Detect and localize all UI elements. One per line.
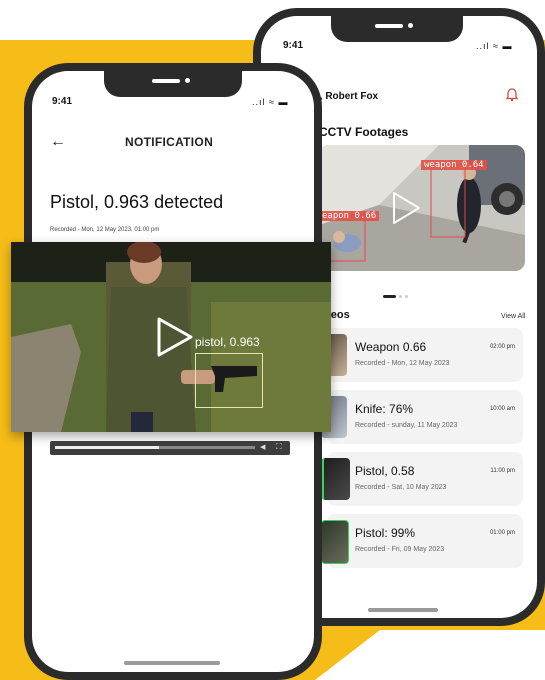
video-time: 11:00 pm bbox=[490, 468, 515, 474]
volume-icon[interactable]: ◀ bbox=[260, 443, 265, 451]
video-list-item[interactable]: Pistol, 0.58 Recorded - Sat, 10 May 2023… bbox=[321, 452, 523, 506]
view-all-link[interactable]: View All bbox=[501, 313, 525, 320]
video-thumbnail bbox=[321, 458, 350, 500]
video-controls[interactable]: ◀ ⛶ bbox=[50, 441, 290, 455]
notch bbox=[104, 71, 242, 97]
play-icon[interactable] bbox=[155, 316, 195, 358]
video-title: Pistol: 99% bbox=[355, 526, 416, 540]
progress-track[interactable] bbox=[55, 446, 255, 449]
status-icons: ..ıl ≈ ▬ bbox=[252, 97, 289, 107]
video-title: Pistol, 0.58 bbox=[355, 464, 415, 478]
video-thumbnail bbox=[321, 520, 349, 564]
detection-box bbox=[195, 353, 263, 408]
cctv-footage-video[interactable]: weapon 0.64 eapon 0.66 bbox=[319, 145, 525, 271]
progress-fill bbox=[55, 446, 159, 449]
video-time: 01:00 pm bbox=[489, 530, 515, 536]
speaker bbox=[375, 24, 403, 28]
status-time: 9:41 bbox=[52, 96, 73, 107]
carousel-dots[interactable] bbox=[383, 288, 411, 306]
video-time: 10:00 am bbox=[489, 406, 515, 412]
video-list-item[interactable]: Weapon 0.66 Recorded - Mon, 12 May 2023 … bbox=[321, 328, 523, 382]
carousel-dot[interactable] bbox=[399, 295, 402, 299]
detection-label: pistol, 0.963 bbox=[195, 335, 260, 349]
play-icon[interactable] bbox=[391, 191, 421, 225]
status-icons: ..ıl ≈ ▬ bbox=[476, 41, 513, 51]
page-title: NOTIFICATION bbox=[125, 135, 214, 149]
camera bbox=[185, 78, 190, 83]
home-indicator bbox=[124, 661, 220, 665]
video-list-item[interactable]: Knife: 76% Recorded - sunday, 11 May 202… bbox=[321, 390, 523, 444]
speaker bbox=[152, 79, 180, 83]
camera bbox=[408, 23, 413, 28]
bell-icon[interactable] bbox=[506, 88, 518, 102]
video-title: Weapon 0.66 bbox=[355, 340, 427, 354]
carousel-dot[interactable] bbox=[405, 295, 408, 299]
cctv-section-title: CCTV Footages bbox=[319, 125, 409, 139]
video-title: Knife: 76% bbox=[355, 402, 414, 416]
detection-recorded: Recorded - Mon, 12 May 2023, 01:00 pm bbox=[50, 227, 160, 233]
video-recorded: Recorded - sunday, 11 May 2023 bbox=[355, 422, 458, 429]
status-time: 9:41 bbox=[283, 40, 304, 51]
detection-title: Pistol, 0.963 detected bbox=[50, 192, 224, 212]
fullscreen-icon[interactable]: ⛶ bbox=[276, 442, 282, 452]
detection-label: eapon 0.66 bbox=[319, 211, 380, 221]
home-indicator bbox=[368, 608, 438, 612]
video-recorded: Recorded - Fri, 09 May 2023 bbox=[355, 546, 445, 553]
video-recorded: Recorded - Mon, 12 May 2023 bbox=[355, 360, 450, 367]
video-time: 02:00 pm bbox=[489, 344, 515, 350]
greeting: i, Robert Fox bbox=[317, 91, 379, 102]
video-recorded: Recorded - Sat, 10 May 2023 bbox=[355, 484, 447, 491]
detection-label: weapon 0.64 bbox=[421, 160, 487, 170]
detection-video[interactable]: pistol, 0.963 bbox=[11, 242, 331, 432]
carousel-dot-active[interactable] bbox=[383, 295, 396, 299]
back-arrow-icon[interactable]: ← bbox=[50, 133, 66, 151]
video-list-item[interactable]: Pistol: 99% Recorded - Fri, 09 May 2023 … bbox=[321, 514, 523, 568]
notch bbox=[331, 16, 463, 42]
